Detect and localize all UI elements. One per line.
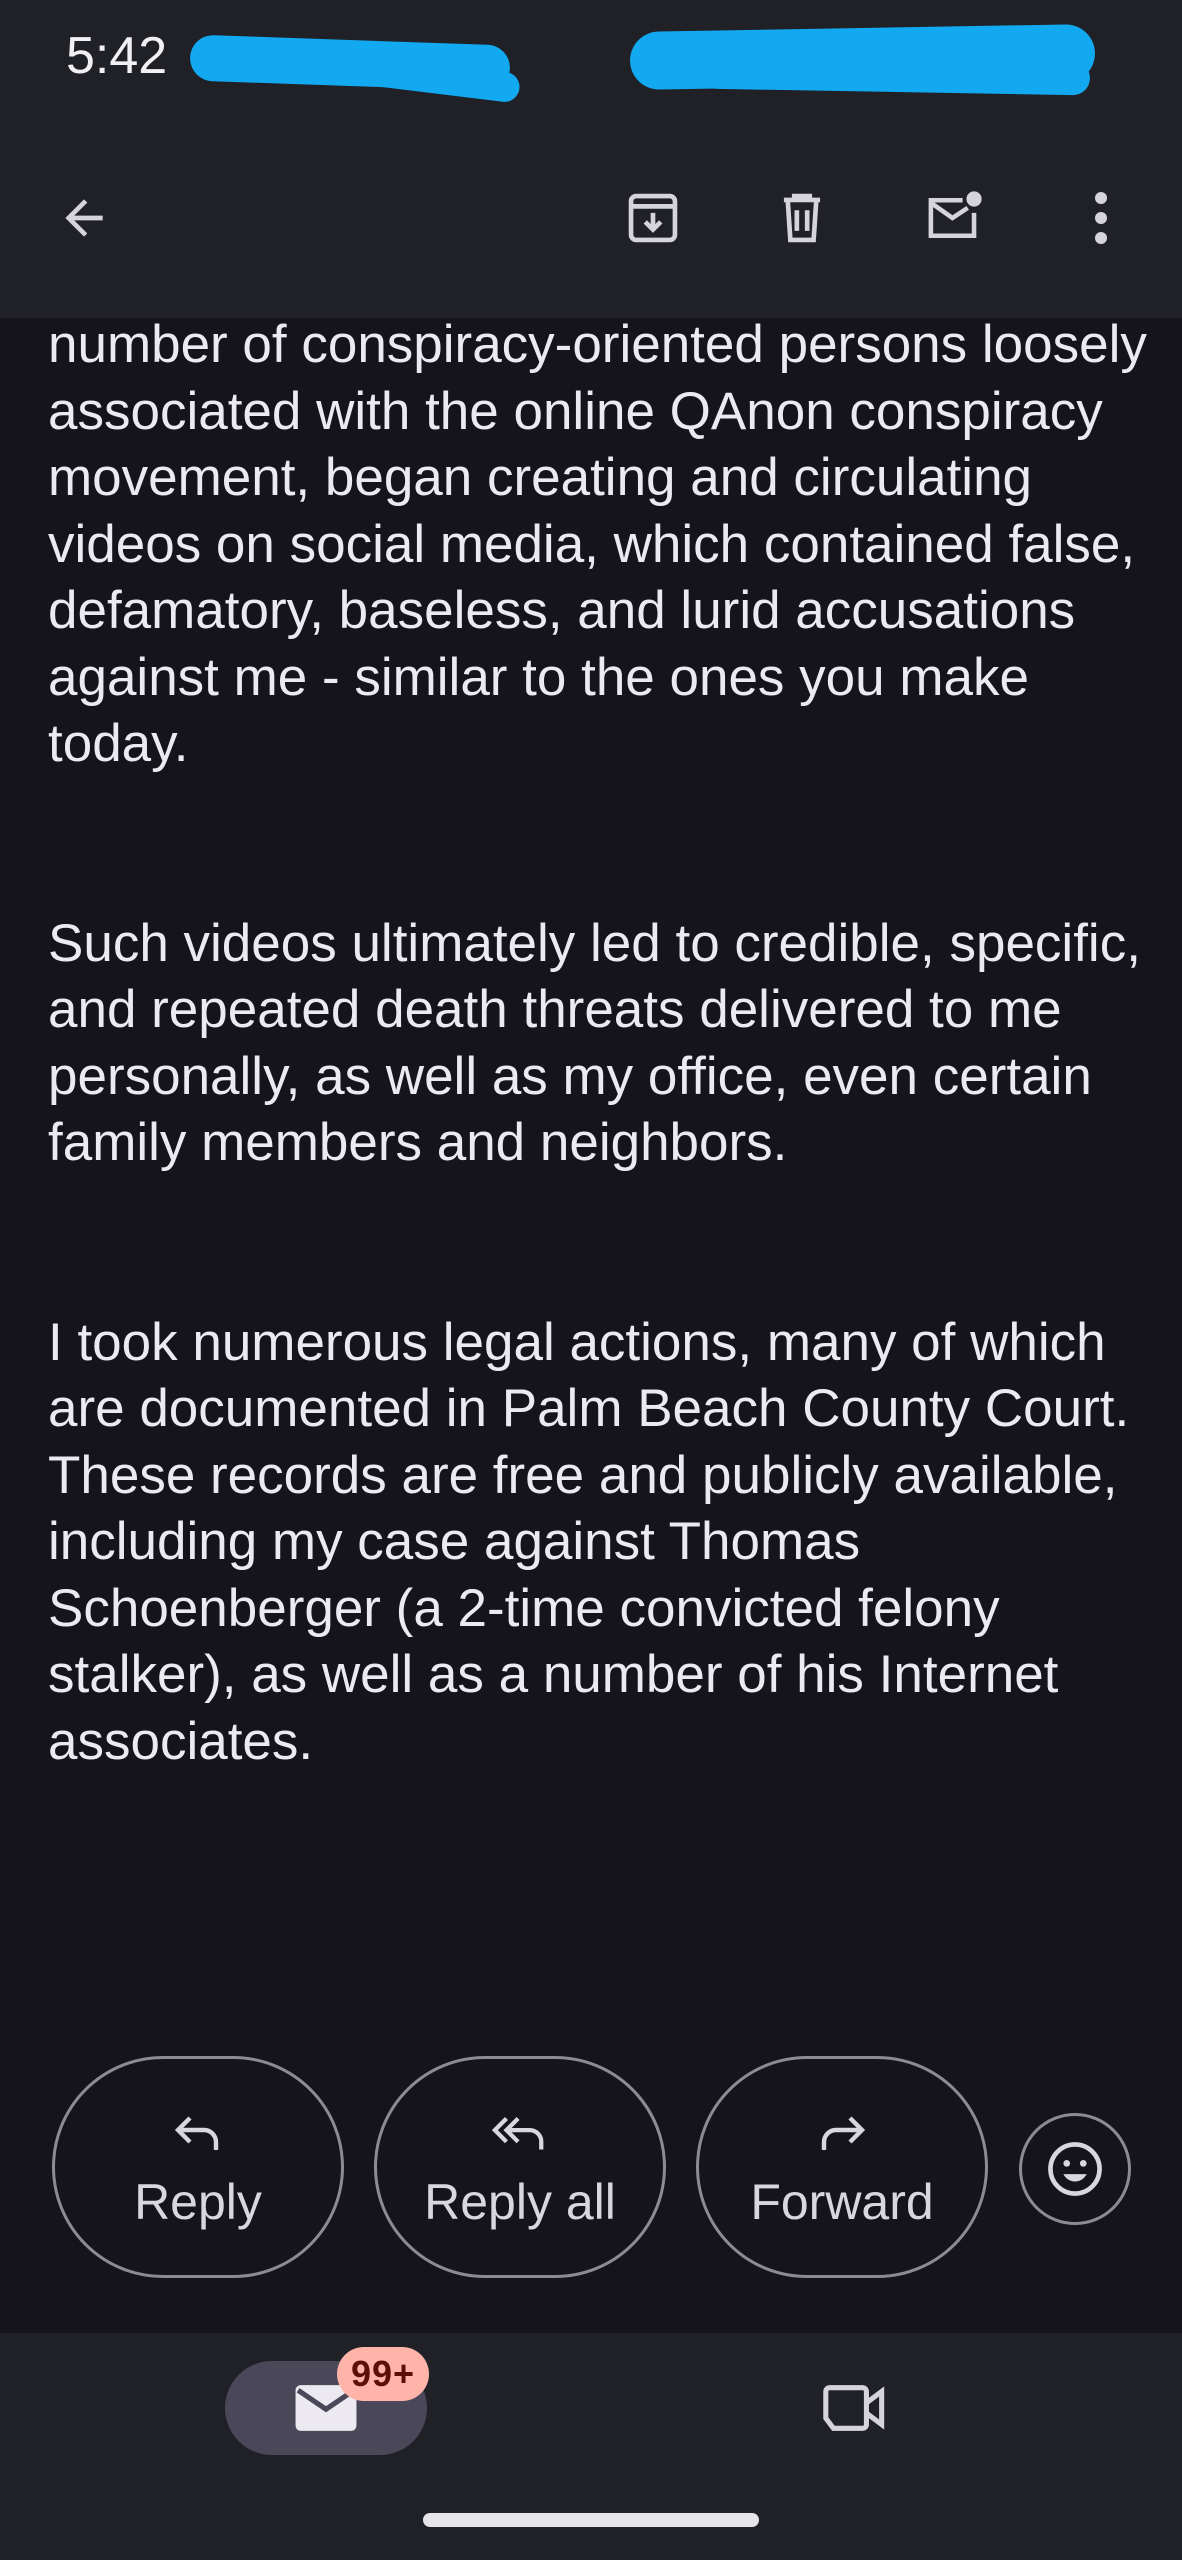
nav-meet-tab[interactable] (812, 2373, 898, 2443)
email-paragraph: I took numerous legal actions, many of w… (48, 1312, 1130, 1771)
more-options-button[interactable] (1063, 180, 1139, 256)
forward-icon (816, 2109, 868, 2159)
reply-all-icon (491, 2109, 549, 2159)
status-bar-time: 5:42 (66, 27, 168, 85)
back-button[interactable] (46, 180, 122, 256)
reply-all-label: Reply all (424, 2174, 616, 2230)
unread-count-badge: 99+ (337, 2347, 430, 2401)
forward-button[interactable]: Forward (696, 2056, 988, 2278)
delete-button[interactable] (764, 180, 840, 256)
email-paragraph: Such videos ultimately led to credible, … (48, 913, 1141, 1173)
archive-icon (628, 193, 678, 243)
email-paragraph: number of conspiracy-oriented persons lo… (48, 315, 1147, 773)
mark-unread-button[interactable] (917, 180, 993, 256)
top-app-bar: 5:42 (0, 0, 1182, 318)
smiley-icon (1048, 2142, 1102, 2196)
add-reaction-button[interactable] (1019, 2113, 1131, 2225)
reply-all-button[interactable]: Reply all (374, 2056, 666, 2278)
home-indicator[interactable] (423, 2513, 759, 2527)
reply-button[interactable]: Reply (52, 2056, 344, 2278)
arrow-left-icon (65, 199, 103, 237)
redaction-mark (699, 54, 1091, 96)
video-camera-icon (823, 2385, 885, 2431)
email-body: number of conspiracy-oriented persons lo… (48, 312, 1148, 1775)
mail-unread-icon (928, 191, 982, 239)
trash-icon (783, 193, 821, 243)
archive-button[interactable] (615, 180, 691, 256)
reply-icon (172, 2109, 224, 2159)
more-vert-icon (1095, 192, 1107, 244)
reply-label: Reply (134, 2174, 262, 2230)
forward-label: Forward (750, 2174, 934, 2230)
